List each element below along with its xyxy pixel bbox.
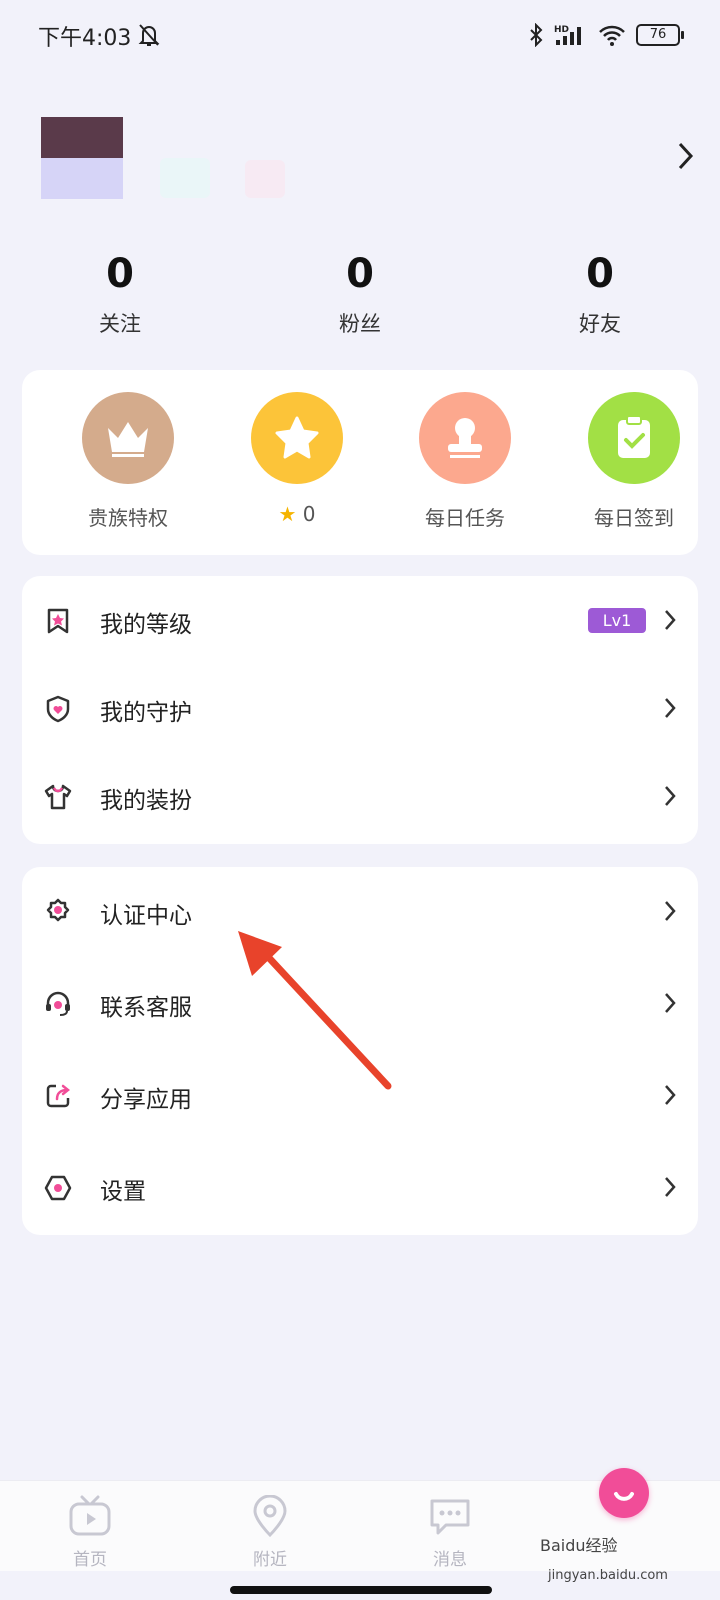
username-redacted bbox=[160, 158, 210, 198]
watermark: Baidu经验 bbox=[540, 1536, 618, 1555]
status-time: 下午4:03 bbox=[38, 26, 132, 51]
stamp-icon bbox=[419, 392, 511, 484]
menu-item-label: 我的等级 bbox=[100, 612, 192, 638]
smile-icon bbox=[614, 1492, 634, 1501]
chevron-right-icon[interactable] bbox=[678, 142, 694, 170]
quick-action-label: ★ 0 bbox=[222, 502, 372, 526]
menu-item-my-level[interactable]: 我的等级 Lv1 bbox=[22, 576, 698, 666]
nav-item-nearby[interactable]: 附近 bbox=[220, 1494, 320, 1570]
quick-action-label: 贵族特权 bbox=[88, 506, 168, 530]
location-pin-icon bbox=[253, 1494, 287, 1538]
menu-item-settings[interactable]: 设置 bbox=[22, 1143, 698, 1233]
menu-item-label: 我的装扮 bbox=[100, 788, 192, 814]
home-indicator[interactable] bbox=[230, 1586, 492, 1594]
quick-action-stars[interactable]: ★ 0 bbox=[222, 392, 372, 526]
menu-item-label: 我的守护 bbox=[100, 700, 192, 726]
menu-group-service: 认证中心 联系客服 分享应用 设置 bbox=[22, 867, 698, 1235]
star-count: 0 bbox=[302, 502, 316, 526]
share-icon bbox=[46, 1084, 71, 1108]
bluetooth-icon bbox=[530, 23, 543, 47]
menu-item-verification-center[interactable]: 认证中心 bbox=[22, 867, 698, 957]
menu-item-contact-support[interactable]: 联系客服 bbox=[22, 959, 698, 1049]
nav-item-messages[interactable]: 消息 bbox=[400, 1495, 500, 1570]
menu-item-label: 认证中心 bbox=[100, 903, 192, 929]
status-bar: 下午4:03 HD 76 bbox=[0, 0, 720, 70]
menu-item-label: 设置 bbox=[100, 1179, 146, 1205]
chevron-right-icon bbox=[665, 786, 676, 806]
chevron-right-icon bbox=[665, 610, 676, 630]
stat-value: 0 bbox=[106, 251, 134, 297]
small-star-icon: ★ bbox=[278, 502, 297, 526]
nav-label: 消息 bbox=[433, 1550, 467, 1570]
shield-heart-icon bbox=[46, 695, 70, 723]
chat-icon bbox=[430, 1499, 470, 1535]
menu-item-share-app[interactable]: 分享应用 bbox=[22, 1051, 698, 1141]
stat-value: 0 bbox=[586, 251, 614, 297]
quick-actions-card: 贵族特权 ★ 0 每日任务 每日签到 bbox=[22, 370, 698, 555]
cellular-signal-icon: HD bbox=[554, 25, 581, 45]
profile-tab-button[interactable] bbox=[599, 1468, 649, 1518]
chevron-right-icon bbox=[665, 698, 676, 718]
nav-label: 附近 bbox=[253, 1550, 287, 1570]
headset-icon bbox=[46, 991, 70, 1016]
nav-item-home[interactable]: 首页 bbox=[40, 1495, 140, 1570]
menu-item-label: 分享应用 bbox=[100, 1087, 192, 1113]
bell-muted-icon bbox=[138, 24, 160, 46]
stat-following[interactable]: 0 关注 bbox=[40, 250, 200, 338]
menu-group-profile: 我的等级 Lv1 我的守护 我的装扮 bbox=[22, 576, 698, 844]
quick-action-daily-task[interactable]: 每日任务 bbox=[390, 392, 540, 531]
menu-item-my-outfit[interactable]: 我的装扮 bbox=[22, 752, 698, 842]
crown-icon bbox=[82, 392, 174, 484]
chevron-right-icon bbox=[665, 1177, 676, 1197]
user-id-redacted bbox=[245, 160, 285, 198]
verified-badge-icon bbox=[46, 898, 70, 922]
star-icon bbox=[251, 392, 343, 484]
menu-item-my-guard[interactable]: 我的守护 bbox=[22, 664, 698, 754]
quick-action-noble[interactable]: 贵族特权 bbox=[53, 392, 203, 531]
avatar[interactable] bbox=[41, 117, 123, 199]
stat-fans[interactable]: 0 粉丝 bbox=[280, 250, 440, 338]
bookmark-star-icon bbox=[47, 608, 69, 634]
nav-label: 首页 bbox=[73, 1550, 107, 1570]
stat-label: 粉丝 bbox=[339, 312, 381, 336]
chevron-right-icon bbox=[665, 901, 676, 921]
chevron-right-icon bbox=[665, 1085, 676, 1105]
stat-label: 关注 bbox=[99, 312, 141, 336]
chevron-right-icon bbox=[665, 993, 676, 1013]
wifi-icon bbox=[599, 25, 625, 46]
stat-friends[interactable]: 0 好友 bbox=[520, 250, 680, 338]
quick-action-label: 每日任务 bbox=[425, 506, 505, 530]
menu-item-label: 联系客服 bbox=[100, 995, 192, 1021]
quick-action-label: 每日签到 bbox=[594, 506, 674, 530]
battery-indicator: 76 bbox=[636, 24, 684, 46]
clipboard-check-icon bbox=[588, 392, 680, 484]
quick-action-daily-checkin[interactable]: 每日签到 bbox=[559, 392, 709, 531]
shirt-icon bbox=[44, 784, 72, 810]
status-icons: HD 76 bbox=[528, 20, 684, 50]
stat-value: 0 bbox=[346, 251, 374, 297]
stat-label: 好友 bbox=[579, 312, 621, 336]
hexagon-settings-icon bbox=[44, 1175, 72, 1201]
level-badge: Lv1 bbox=[588, 608, 646, 633]
network-badge-text: HD bbox=[554, 25, 569, 35]
watermark-url: jingyan.baidu.com bbox=[548, 1568, 668, 1583]
tv-icon bbox=[69, 1495, 111, 1536]
